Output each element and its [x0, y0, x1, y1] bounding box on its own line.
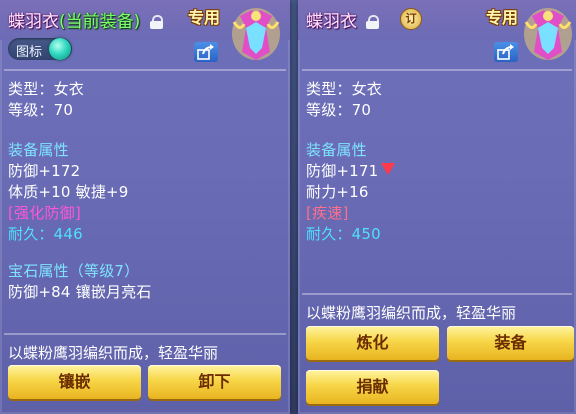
toggle-knob — [49, 38, 71, 60]
equipped-tag: (当前装备) — [59, 12, 141, 32]
divider — [302, 69, 572, 71]
share-icon — [197, 44, 214, 60]
bound-badge-icon: 订 — [400, 8, 422, 30]
item-level: 等级：70 — [306, 101, 372, 119]
item-level: 等级：70 — [8, 101, 74, 119]
item-type: 类型：女衣 — [306, 80, 383, 98]
item-description: 以蝶粉鹰羽编织而成，轻盈华丽 — [306, 304, 517, 322]
gem-attributes-header: 宝石属性（等级7） — [8, 262, 140, 280]
stats-line: 体质+10 敏捷+9 — [8, 183, 129, 201]
share-button[interactable] — [494, 42, 518, 62]
item-description: 以蝶粉鹰羽编织而成，轻盈华丽 — [8, 344, 219, 362]
defense-stat: 防御+171 — [306, 162, 379, 180]
item-title: 蝶羽衣(当前装备) — [8, 7, 163, 32]
special-effect: [强化防御] — [8, 204, 81, 222]
divider — [4, 333, 286, 335]
item-tooltip-compare: 蝶羽衣 订 专用 类型：女衣 等级：70 装备属性 防御+171 耐力+16 [… — [298, 0, 576, 414]
endurance-stat: 耐力+16 — [306, 183, 369, 201]
equip-button[interactable]: 装备 — [447, 326, 574, 360]
refine-button[interactable]: 炼化 — [306, 326, 439, 360]
item-icon — [524, 8, 572, 60]
lock-icon[interactable] — [149, 15, 163, 29]
divider — [302, 293, 572, 295]
equipment-attributes-header: 装备属性 — [306, 141, 367, 159]
item-tooltip-equipped: 蝶羽衣(当前装备) 专用 图标 类型：女衣 等级：70 装备属性 防御+172 … — [0, 0, 290, 414]
durability: 耐久：446 — [8, 225, 83, 243]
exclusive-label: 专用 — [188, 8, 221, 27]
exclusive-label: 专用 — [486, 8, 519, 27]
item-type: 类型：女衣 — [8, 80, 85, 98]
icon-toggle[interactable]: 图标 — [8, 38, 72, 60]
defense-stat-row: 防御+171 — [306, 160, 396, 181]
durability: 耐久：450 — [306, 225, 381, 243]
item-name: 蝶羽衣 — [306, 12, 357, 32]
share-icon — [497, 44, 514, 60]
item-icon — [232, 8, 280, 60]
item-name: 蝶羽衣 — [8, 12, 59, 32]
gem-stat: 防御+84 镶嵌月亮石 — [8, 283, 152, 301]
inlay-button[interactable]: 镶嵌 — [8, 365, 141, 399]
defense-stat: 防御+172 — [8, 162, 81, 180]
unequip-button[interactable]: 卸下 — [148, 365, 281, 399]
lock-icon[interactable] — [366, 15, 380, 29]
arrow-down-icon — [381, 163, 396, 175]
divider — [4, 69, 286, 71]
donate-button[interactable]: 捐献 — [306, 370, 439, 404]
equipment-attributes-header: 装备属性 — [8, 141, 69, 159]
special-effect: [疾速] — [306, 204, 349, 222]
item-title: 蝶羽衣 — [306, 7, 380, 32]
icon-toggle-label: 图标 — [16, 45, 43, 60]
share-button[interactable] — [194, 42, 218, 62]
